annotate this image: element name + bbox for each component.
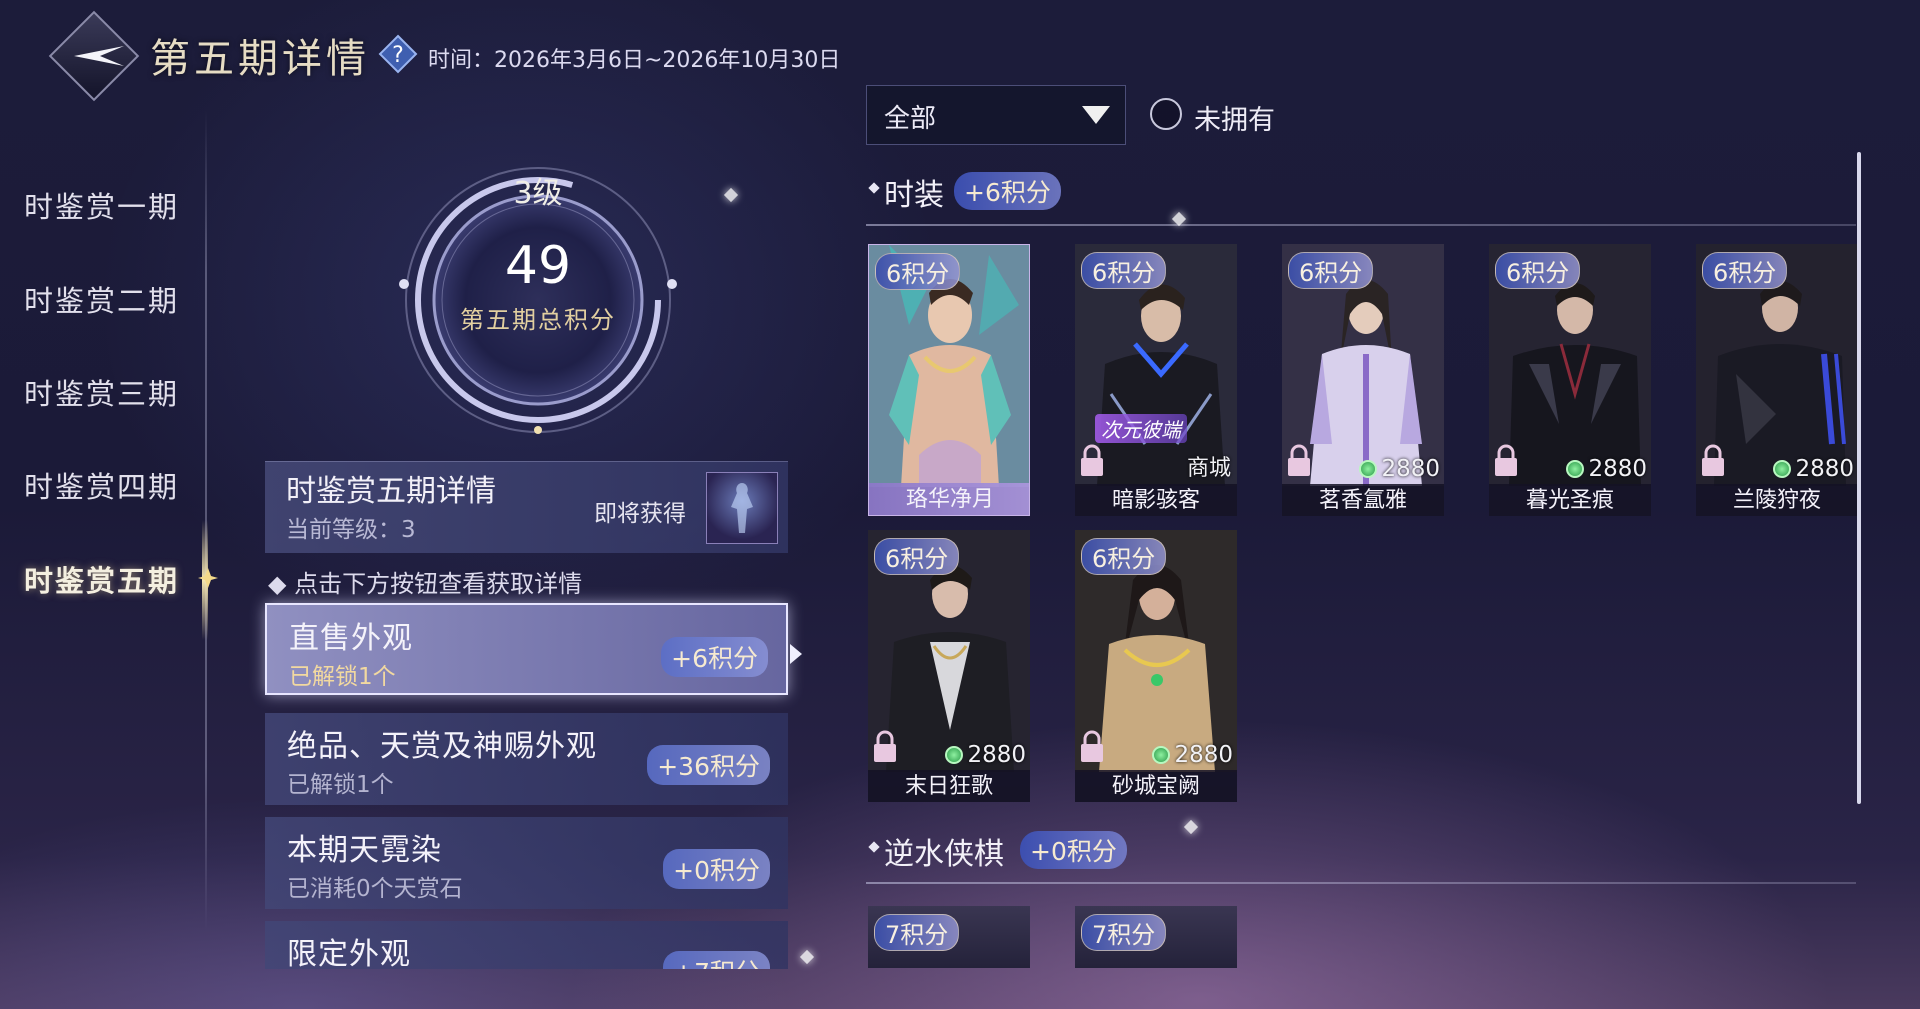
filter-dropdown-value: 全部	[884, 104, 937, 134]
lock-icon	[1081, 730, 1103, 762]
upcoming-reward-thumbnail[interactable]	[706, 472, 778, 544]
section-points-badge: +0积分	[1020, 831, 1127, 869]
section-title-chess: 逆水侠棋	[884, 837, 1004, 872]
sidebar-item-period-2[interactable]: 时鉴赏二期	[24, 278, 179, 320]
category-subtitle: 已解锁1个	[287, 772, 394, 798]
current-level-text: 当前等级：3	[286, 517, 416, 543]
lock-icon	[1702, 444, 1724, 476]
sidebar-item-period-1[interactable]: 时鉴赏一期	[24, 184, 179, 226]
jade-coin-icon	[1566, 460, 1585, 478]
help-icon[interactable]: ?	[378, 34, 418, 74]
outfit-points-badge: 6积分	[1081, 252, 1167, 289]
chevron-down-icon[interactable]	[1082, 106, 1110, 124]
outfit-price: 2880	[1773, 456, 1854, 482]
category-points-badge: +6积分	[661, 637, 768, 677]
figure-silhouette-icon	[731, 483, 753, 533]
outfit-card[interactable]: 6积分 2880 兰陵狩夜	[1696, 244, 1858, 516]
category-title: 限定外观	[287, 937, 411, 969]
sparkle-icon	[799, 949, 815, 965]
category-subtitle: 已解锁1个	[289, 664, 396, 690]
chess-item-card[interactable]: 7积分	[868, 906, 1030, 968]
outfit-card[interactable]: 6积分 珞华净月	[868, 244, 1030, 516]
outfit-price: 2880	[1152, 742, 1233, 768]
back-arrow-icon[interactable]	[70, 38, 130, 74]
category-title: 本期天霓染	[287, 833, 442, 868]
outfit-points-badge: 6积分	[875, 253, 961, 290]
outfit-name: 珞华净月	[905, 487, 994, 512]
hint-text: ◆ 点击下方按钮查看获取详情	[268, 570, 583, 598]
not-owned-label[interactable]: 未拥有	[1194, 98, 1275, 137]
jade-coin-icon	[1359, 460, 1378, 478]
chess-item-card[interactable]: 7积分	[1075, 906, 1237, 968]
upcoming-reward-label: 即将获得	[594, 501, 686, 527]
outfit-card[interactable]: 6积分 2880 末日狂歌	[868, 530, 1030, 802]
sparkle-icon	[1183, 819, 1199, 835]
level-label: 3级	[513, 176, 563, 211]
section-bullet-icon	[868, 841, 880, 853]
outfit-points-badge: 6积分	[1288, 252, 1374, 289]
outfit-card[interactable]: 6积分 次元彼端 商城 暗影骇客	[1075, 244, 1237, 516]
section-points-badge: +6积分	[954, 172, 1061, 210]
sidebar-item-period-4[interactable]: 时鉴赏四期	[24, 464, 179, 506]
lock-icon	[1495, 444, 1517, 476]
outfit-card[interactable]: 6积分 2880 暮光圣痕	[1489, 244, 1651, 516]
outfit-price: 2880	[1566, 456, 1647, 482]
lock-icon	[1081, 444, 1103, 476]
category-direct-sale[interactable]: 直售外观 已解锁1个 +6积分	[265, 603, 788, 695]
category-limited[interactable]: 限定外观 +7积分	[265, 921, 788, 969]
section-divider	[866, 224, 1856, 226]
category-title: 绝品、天赏及神赐外观	[287, 729, 597, 764]
total-score-value: 49	[504, 236, 572, 296]
category-title: 直售外观	[289, 621, 413, 656]
section-divider	[866, 882, 1856, 884]
outfit-card[interactable]: 6积分 2880 砂城宝阙	[1075, 530, 1237, 802]
shop-label: 商城	[1186, 456, 1231, 481]
outfit-name: 砂城宝阙	[1111, 774, 1200, 799]
category-premium[interactable]: 绝品、天赏及神赐外观 已解锁1个 +36积分	[265, 713, 788, 805]
outfit-name: 末日狂歌	[904, 774, 993, 799]
not-owned-radio[interactable]	[1150, 98, 1182, 130]
category-subtitle: 已消耗0个天赏石	[287, 876, 463, 902]
category-points-badge: +36积分	[647, 745, 770, 785]
outfit-name: 兰陵狩夜	[1732, 488, 1821, 513]
outfit-points-badge: 6积分	[1081, 538, 1167, 575]
jade-coin-icon	[1773, 460, 1792, 478]
section-bullet-icon	[868, 182, 880, 194]
outfit-card[interactable]: 6积分 2880 茗香氲雅	[1282, 244, 1444, 516]
category-dye[interactable]: 本期天霓染 已消耗0个天赏石 +0积分	[265, 817, 788, 909]
collab-tag: 次元彼端	[1095, 414, 1187, 443]
sparkle-icon	[723, 187, 739, 203]
outfit-price: 2880	[945, 742, 1026, 768]
outfit-points-badge: 6积分	[1702, 252, 1788, 289]
page-title: 第五期详情	[150, 36, 370, 82]
category-points-badge: +0积分	[663, 849, 770, 889]
outfit-points-badge: 6积分	[1495, 252, 1581, 289]
outfit-price: 2880	[1359, 456, 1440, 482]
item-points-badge: 7积分	[874, 914, 960, 951]
outfit-name: 茗香氲雅	[1318, 488, 1407, 513]
jade-coin-icon	[1152, 746, 1171, 764]
sidebar-item-period-5[interactable]: 时鉴赏五期	[24, 558, 179, 600]
outfit-name: 暮光圣痕	[1525, 488, 1614, 513]
lock-icon	[1288, 444, 1310, 476]
period-text: 时间：2026年3月6日~2026年10月30日	[428, 48, 841, 73]
item-points-badge: 7积分	[1081, 914, 1167, 951]
category-points-badge: +7积分	[663, 951, 770, 969]
lock-icon	[874, 730, 896, 762]
outfit-name: 暗影骇客	[1111, 488, 1200, 513]
outfit-points-badge: 6积分	[874, 538, 960, 575]
active-indicator-icon	[198, 568, 218, 588]
jade-coin-icon	[945, 746, 964, 764]
section-title-outfits: 时装	[884, 178, 944, 213]
total-score-label: 第五期总积分	[460, 306, 616, 334]
period-detail-title: 时鉴赏五期详情	[286, 474, 496, 509]
sidebar-item-period-3[interactable]: 时鉴赏三期	[24, 371, 179, 413]
content-scrollbar[interactable]	[1857, 152, 1861, 804]
selected-arrow-icon	[790, 644, 802, 664]
svg-text:?: ?	[392, 43, 404, 68]
